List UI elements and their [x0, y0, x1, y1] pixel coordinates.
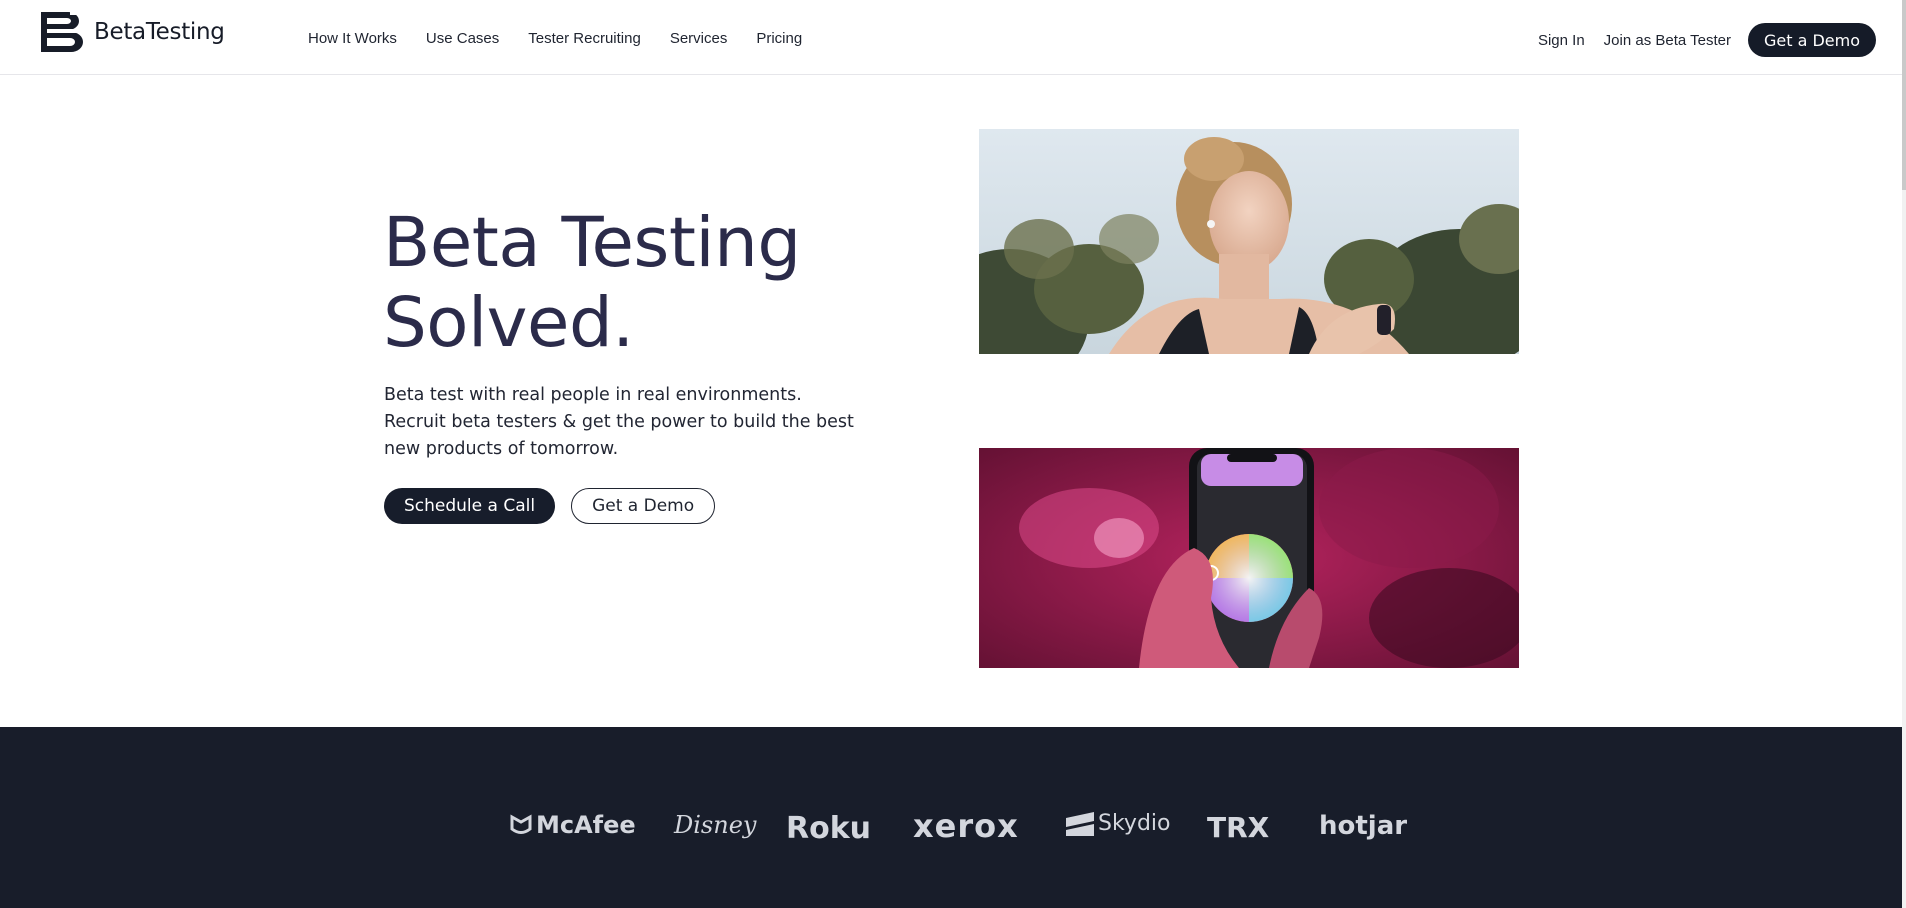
- hero-subtitle-line: Recruit beta testers & get the power to …: [384, 412, 854, 432]
- hero-image-smart-home-app: [979, 448, 1519, 668]
- hero-get-demo-button[interactable]: Get a Demo: [571, 488, 716, 524]
- brand-name: BetaTesting: [94, 19, 225, 45]
- disney-logo: Disney: [674, 811, 756, 839]
- smartwatch-photo: [979, 129, 1519, 354]
- hero-title-line-2: Solved.: [383, 283, 634, 363]
- phone-color-wheel-photo: [979, 448, 1519, 668]
- hero-subtitle: Beta test with real people in real envir…: [384, 382, 864, 463]
- nav-services[interactable]: Services: [670, 30, 728, 47]
- roku-logo: Roku: [786, 811, 871, 846]
- sign-in-link[interactable]: Sign In: [1538, 32, 1585, 49]
- mcafee-logo-text: McAfee: [536, 811, 636, 839]
- schedule-call-button[interactable]: Schedule a Call: [384, 488, 556, 524]
- client-logos-band: McAfee Disney Roku xerox Skydio TRX hotj…: [0, 727, 1902, 908]
- nav-use-cases[interactable]: Use Cases: [426, 30, 499, 47]
- hero-title: Beta Testing Solved.: [383, 203, 801, 363]
- hero-subtitle-line: new products of tomorrow.: [384, 439, 619, 459]
- header-get-demo-button[interactable]: Get a Demo: [1747, 23, 1876, 57]
- betatesting-logo-icon: [41, 12, 83, 52]
- hotjar-logo-text: hotjar: [1319, 811, 1408, 841]
- skydio-logo-text: Skydio: [1098, 811, 1171, 836]
- join-beta-tester-link[interactable]: Join as Beta Tester: [1604, 32, 1731, 49]
- client-logos: McAfee Disney Roku xerox Skydio TRX hotj…: [0, 727, 1902, 908]
- disney-logo-text: Disney: [674, 811, 757, 839]
- xerox-logo: xerox: [913, 807, 1019, 845]
- mcafee-shield-icon: [510, 814, 532, 834]
- nav-tester-recruiting[interactable]: Tester Recruiting: [528, 30, 641, 47]
- hero-title-line-1: Beta Testing: [383, 203, 801, 283]
- page-scrollbar[interactable]: [1902, 0, 1906, 908]
- brand-logo[interactable]: BetaTesting: [41, 12, 225, 52]
- hero-buttons: Schedule a Call Get a Demo: [384, 488, 716, 524]
- main-nav: How It Works Use Cases Tester Recruiting…: [308, 30, 831, 47]
- hero-subtitle-line: Beta test with real people in real envir…: [384, 385, 802, 405]
- header-actions: Sign In Join as Beta Tester Get a Demo: [1538, 23, 1906, 57]
- trx-logo-text: TRX: [1207, 811, 1270, 844]
- nav-pricing[interactable]: Pricing: [756, 30, 802, 47]
- trx-logo: TRX: [1207, 811, 1269, 844]
- scrollbar-thumb[interactable]: [1902, 0, 1906, 190]
- nav-how-it-works[interactable]: How It Works: [308, 30, 397, 47]
- site-header: BetaTesting How It Works Use Cases Teste…: [0, 0, 1906, 75]
- mcafee-logo: McAfee: [510, 811, 636, 839]
- skydio-mark-icon: [1066, 811, 1094, 836]
- xerox-logo-text: xerox: [913, 807, 1019, 845]
- hero-image-smartwatch: [979, 129, 1519, 354]
- roku-logo-text: Roku: [786, 811, 872, 846]
- hotjar-logo: hotjar: [1319, 811, 1407, 841]
- skydio-logo: Skydio: [1066, 811, 1170, 836]
